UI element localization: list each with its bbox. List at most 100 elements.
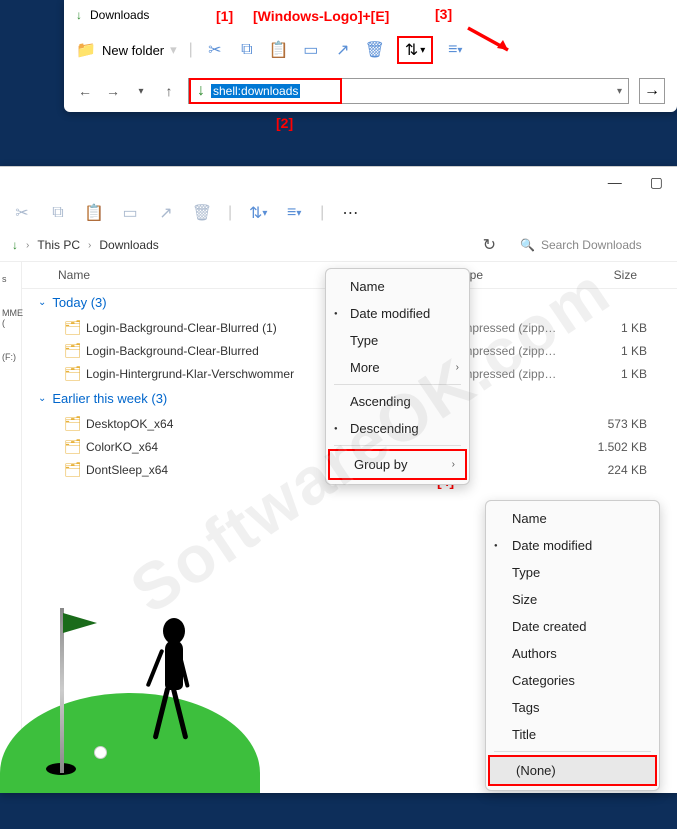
refresh-button[interactable]: ↻	[479, 235, 500, 255]
go-button[interactable]: →	[639, 78, 665, 104]
menu-categories[interactable]: Categories	[486, 667, 659, 694]
new-folder-button[interactable]: 📁 New folder ▾	[76, 40, 177, 60]
menu-ascending[interactable]: Ascending	[326, 388, 469, 415]
toolbar: ✂ ⧉ 📋 ▭ ↗ 🗑 | ⇅ ▾ ≡ ▾ | ⋯	[0, 197, 677, 229]
share-icon[interactable]: ↗	[333, 40, 353, 60]
annotation-3: [3]	[435, 6, 452, 22]
view-button[interactable]: ≡ ▾	[284, 203, 304, 223]
bullet-icon: ●	[334, 311, 338, 317]
cut-icon[interactable]: ✂	[12, 203, 32, 223]
back-button[interactable]: ←	[76, 83, 94, 99]
sidebar-mme[interactable]: MME (	[0, 296, 21, 340]
file-name: DesktopOK_x64	[86, 417, 173, 431]
sort-menu: Name ●Date modified Type More› Ascending…	[325, 268, 470, 485]
address-row: ↓ › This PC › Downloads ↻ 🔍 Search Downl…	[0, 229, 677, 262]
chevron-down-icon[interactable]: ▾	[132, 86, 150, 97]
copy-icon[interactable]: ⧉	[48, 203, 68, 223]
menu-title[interactable]: Title	[486, 721, 659, 748]
menu-size[interactable]: Size	[486, 586, 659, 613]
search-icon: 🔍	[520, 238, 535, 252]
forward-button[interactable]: →	[104, 83, 122, 99]
rename-icon[interactable]: ▭	[120, 203, 140, 223]
separator	[334, 384, 461, 385]
downloads-icon: ↓	[197, 82, 205, 100]
menu-none[interactable]: (None)	[488, 755, 657, 786]
menu-name[interactable]: Name	[326, 273, 469, 300]
share-icon[interactable]: ↗	[156, 203, 176, 223]
sort-button[interactable]: ⇅ ▾	[397, 36, 433, 64]
zip-icon: 🗂	[64, 461, 80, 478]
menu-tags[interactable]: Tags	[486, 694, 659, 721]
breadcrumb-root[interactable]: This PC	[37, 238, 80, 252]
new-folder-icon: 📁	[76, 40, 96, 60]
file-size: 1 KB	[577, 344, 647, 358]
annotation-arrow	[463, 26, 518, 56]
chevron-down-icon[interactable]: ▾	[611, 86, 628, 97]
file-name: ColorKO_x64	[86, 440, 158, 454]
menu-type[interactable]: Type	[486, 559, 659, 586]
sidebar-f[interactable]: (F:)	[0, 340, 21, 374]
annotation-1: [1]	[216, 8, 233, 24]
paste-icon[interactable]: 📋	[84, 203, 104, 223]
chevron-down-icon: ⌄	[38, 297, 46, 308]
paste-icon[interactable]: 📋	[269, 40, 289, 60]
delete-icon[interactable]: 🗑	[192, 203, 212, 223]
menu-type[interactable]: Type	[326, 327, 469, 354]
copy-icon[interactable]: ⧉	[237, 40, 257, 60]
search-input[interactable]: 🔍 Search Downloads	[510, 238, 665, 252]
group-label: Today (3)	[52, 295, 106, 310]
rename-icon[interactable]: ▭	[301, 40, 321, 60]
breadcrumb-leaf[interactable]: Downloads	[99, 238, 158, 252]
up-button[interactable]: ↑	[160, 83, 178, 99]
sort-icon: ⇅	[405, 40, 418, 60]
file-size: 224 KB	[577, 463, 647, 477]
separator: |	[228, 204, 232, 222]
file-name: Login-Background-Clear-Blurred (1)	[86, 321, 277, 335]
separator: |	[189, 41, 193, 59]
minimize-button[interactable]: —	[602, 174, 628, 190]
zip-icon: 🗂	[64, 342, 80, 359]
menu-descending[interactable]: ●Descending	[326, 415, 469, 442]
zip-icon: 🗂	[64, 415, 80, 432]
zip-icon: 🗂	[64, 365, 80, 382]
chevron-right-icon: ›	[88, 240, 91, 251]
file-name: DontSleep_x64	[86, 463, 168, 477]
menu-group-by[interactable]: Group by›	[328, 449, 467, 480]
breadcrumb[interactable]: ↓ › This PC › Downloads	[12, 238, 469, 252]
file-name: Login-Hintergrund-Klar-Verschwommer	[86, 367, 294, 381]
separator	[334, 445, 461, 446]
column-size[interactable]: Size	[577, 262, 647, 288]
separator	[494, 751, 651, 752]
golfer	[145, 618, 205, 748]
menu-authors[interactable]: Authors	[486, 640, 659, 667]
menu-date-modified[interactable]: ●Date modified	[326, 300, 469, 327]
file-name: Login-Background-Clear-Blurred	[86, 344, 259, 358]
file-size: 1.502 KB	[577, 440, 647, 454]
maximize-button[interactable]: ▢	[644, 174, 669, 191]
cut-icon[interactable]: ✂	[205, 40, 225, 60]
address-bar[interactable]: ↓ shell:downloads ▾	[188, 78, 629, 104]
delete-icon[interactable]: 🗑	[365, 40, 385, 60]
search-placeholder: Search Downloads	[541, 238, 642, 252]
column-name[interactable]: Name	[22, 262, 327, 288]
sidebar-stub[interactable]: s	[0, 262, 21, 296]
chevron-down-icon: ▾	[170, 42, 177, 58]
zip-icon: 🗂	[64, 319, 80, 336]
chevron-right-icon: ›	[456, 362, 459, 373]
bullet-icon: ●	[334, 426, 338, 432]
chevron-down-icon: ▾	[420, 45, 425, 56]
new-folder-label: New folder	[102, 43, 164, 58]
menu-name[interactable]: Name	[486, 505, 659, 532]
golf-ball	[94, 746, 107, 759]
group-by-menu: Name ●Date modified Type Size Date creat…	[485, 500, 660, 791]
group-label: Earlier this week (3)	[52, 391, 167, 406]
menu-more[interactable]: More›	[326, 354, 469, 381]
menu-date-created[interactable]: Date created	[486, 613, 659, 640]
separator: |	[320, 204, 324, 222]
more-button[interactable]: ⋯	[340, 203, 360, 223]
menu-date-modified[interactable]: ●Date modified	[486, 532, 659, 559]
titlebar: — ▢	[0, 167, 677, 197]
grass	[0, 693, 260, 793]
downloads-icon: ↓	[76, 8, 82, 22]
sort-button[interactable]: ⇅ ▾	[248, 203, 268, 223]
